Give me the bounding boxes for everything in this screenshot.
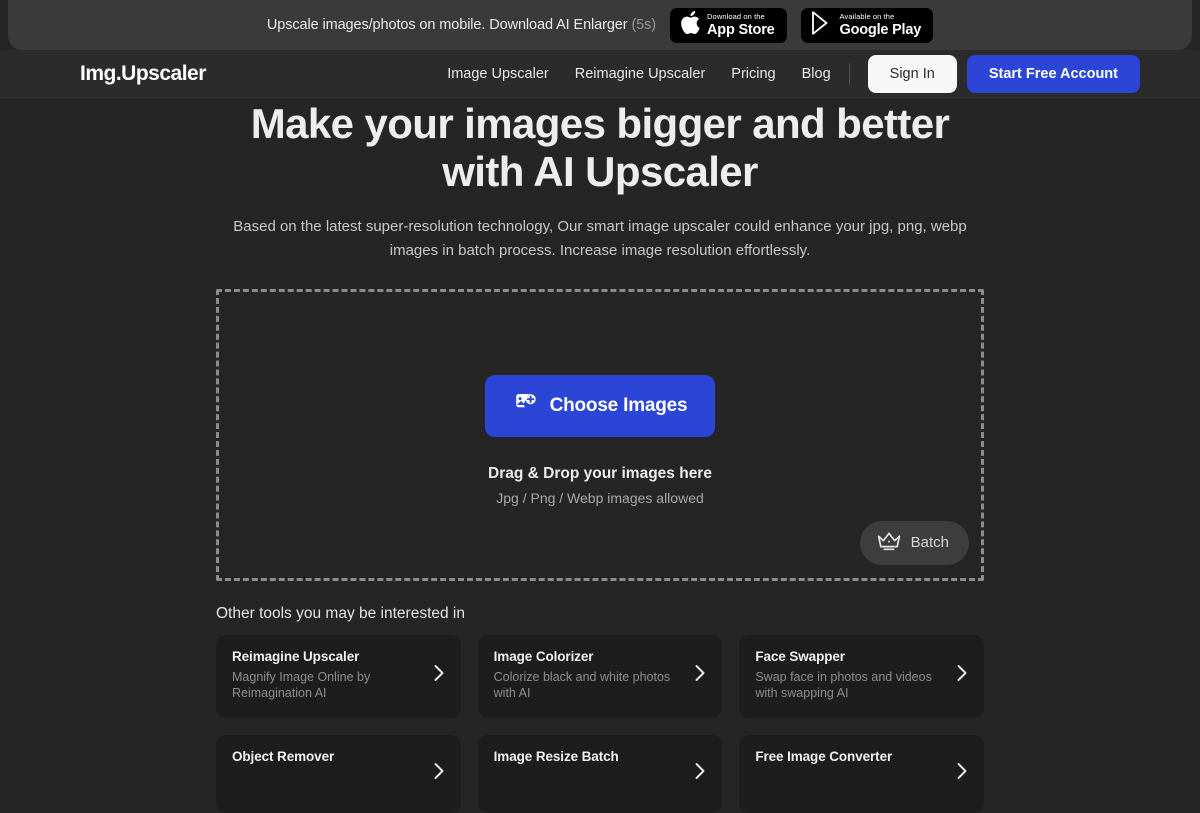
tool-text: Object Remover xyxy=(232,749,425,769)
image-add-icon xyxy=(513,392,537,419)
tool-text: Image Resize Batch xyxy=(494,749,687,769)
tool-text: Reimagine Upscaler Magnify Image Online … xyxy=(232,649,425,703)
hero-section: Make your images bigger and better with … xyxy=(216,98,984,263)
google-play-icon xyxy=(811,11,833,40)
tool-title: Image Resize Batch xyxy=(494,749,687,764)
sign-in-button[interactable]: Sign In xyxy=(868,55,957,93)
image-dropzone[interactable]: Choose Images Drag & Drop your images he… xyxy=(216,289,984,581)
app-store-badge-label: App Store xyxy=(707,23,774,38)
tool-title: Face Swapper xyxy=(755,649,948,664)
tool-card-free-image-converter[interactable]: Free Image Converter xyxy=(739,735,984,813)
nav-right-group: Image Upscaler Reimagine Upscaler Pricin… xyxy=(447,55,1140,93)
nav-item-image-upscaler[interactable]: Image Upscaler xyxy=(447,66,549,82)
tool-description: Magnify Image Online by Reimagination AI xyxy=(232,669,425,703)
crown-icon xyxy=(876,530,902,555)
tool-title: Image Colorizer xyxy=(494,649,687,664)
chevron-right-icon xyxy=(433,762,445,785)
tool-card-image-resize-batch[interactable]: Image Resize Batch xyxy=(478,735,723,813)
chevron-right-icon xyxy=(956,762,968,785)
nav-item-blog[interactable]: Blog xyxy=(802,66,831,82)
top-navigation-bar: Img.Upscaler Image Upscaler Reimagine Up… xyxy=(0,50,1200,98)
tool-title: Object Remover xyxy=(232,749,425,764)
tool-title: Free Image Converter xyxy=(755,749,948,764)
hero-subtitle: Based on the latest super-resolution tec… xyxy=(216,215,984,263)
drop-instruction-title: Drag & Drop your images here xyxy=(488,465,712,483)
tool-title: Reimagine Upscaler xyxy=(232,649,425,664)
tool-card-image-colorizer[interactable]: Image Colorizer Colorize black and white… xyxy=(478,635,723,719)
page-title: Make your images bigger and better with … xyxy=(216,98,984,197)
promo-timer: (5s) xyxy=(631,17,656,33)
page-content: Make your images bigger and better with … xyxy=(0,98,1200,750)
tool-card-reimagine-upscaler[interactable]: Reimagine Upscaler Magnify Image Online … xyxy=(216,635,461,719)
apple-icon xyxy=(680,11,700,40)
tools-grid: Reimagine Upscaler Magnify Image Online … xyxy=(216,635,984,813)
google-play-badge[interactable]: Available on the Google Play xyxy=(801,8,934,43)
nav-item-pricing[interactable]: Pricing xyxy=(731,66,775,82)
choose-images-label: Choose Images xyxy=(550,395,688,417)
tool-text: Face Swapper Swap face in photos and vid… xyxy=(755,649,948,703)
tool-text: Free Image Converter xyxy=(755,749,948,769)
google-play-badge-label: Google Play xyxy=(840,23,922,38)
google-play-badge-sublabel: Available on the xyxy=(840,13,922,21)
nav-links: Image Upscaler Reimagine Upscaler Pricin… xyxy=(447,66,830,82)
promo-text: Upscale images/photos on mobile. Downloa… xyxy=(267,17,656,33)
chevron-right-icon xyxy=(694,762,706,785)
brand-logo[interactable]: Img.Upscaler xyxy=(80,62,206,86)
batch-button[interactable]: Batch xyxy=(860,521,969,565)
drop-allowed-formats: Jpg / Png / Webp images allowed xyxy=(496,490,704,506)
tool-text: Image Colorizer Colorize black and white… xyxy=(494,649,687,703)
other-tools-section: Other tools you may be interested in Rei… xyxy=(216,605,984,813)
chevron-right-icon xyxy=(956,664,968,687)
nav-item-reimagine-upscaler[interactable]: Reimagine Upscaler xyxy=(575,66,706,82)
app-store-badge[interactable]: Download on the App Store xyxy=(670,8,786,43)
nav-divider xyxy=(849,63,850,85)
batch-label: Batch xyxy=(911,534,949,551)
chevron-right-icon xyxy=(694,664,706,687)
start-free-account-button[interactable]: Start Free Account xyxy=(967,55,1140,93)
chevron-right-icon xyxy=(433,664,445,687)
tool-description: Swap face in photos and videos with swap… xyxy=(755,669,948,703)
promo-banner: Upscale images/photos on mobile. Downloa… xyxy=(8,0,1192,50)
app-store-badge-sublabel: Download on the xyxy=(707,13,774,21)
choose-images-button[interactable]: Choose Images xyxy=(485,375,716,437)
tool-card-object-remover[interactable]: Object Remover xyxy=(216,735,461,813)
other-tools-heading: Other tools you may be interested in xyxy=(216,605,984,623)
tool-card-face-swapper[interactable]: Face Swapper Swap face in photos and vid… xyxy=(739,635,984,719)
tool-description: Colorize black and white photos with AI xyxy=(494,669,687,703)
promo-message: Upscale images/photos on mobile. Downloa… xyxy=(267,17,628,33)
